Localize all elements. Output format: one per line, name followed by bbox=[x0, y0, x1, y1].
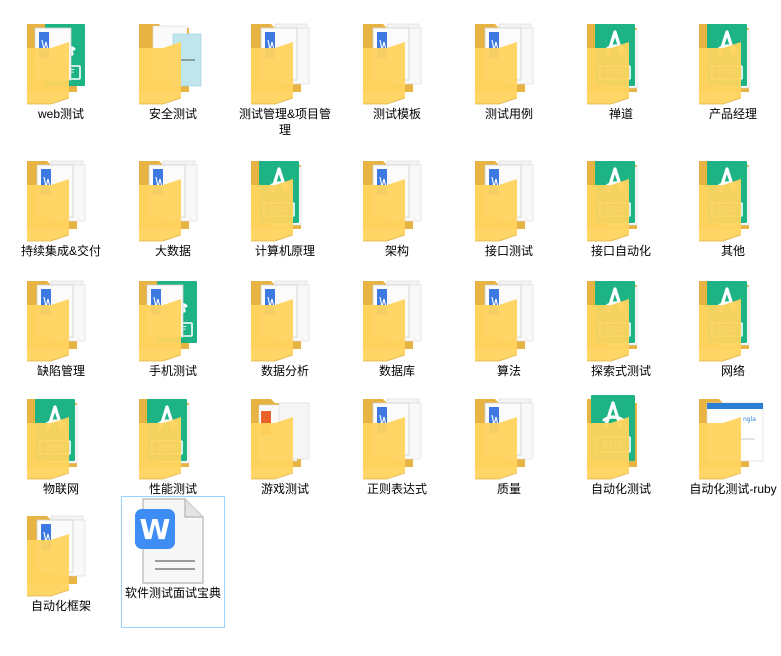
folder-item[interactable]: 测试用例 bbox=[457, 18, 561, 122]
item-label: 数据分析 bbox=[260, 364, 309, 378]
item-label: 自动化框架 bbox=[30, 599, 91, 613]
folder-pdf-icon: PDF bbox=[581, 393, 661, 480]
item-label: 软件测试面试宝典 bbox=[124, 586, 221, 600]
folder-pdf-icon: PDF bbox=[133, 393, 213, 480]
item-label: 计算机原理 bbox=[254, 244, 315, 258]
folder-word-icon bbox=[357, 393, 437, 480]
folder-word-icon bbox=[133, 155, 213, 242]
folder-image-icon bbox=[133, 18, 213, 105]
item-label: 测试用例 bbox=[484, 107, 533, 121]
folder-word-icon bbox=[245, 275, 325, 362]
folder-item[interactable]: PDF 网络 bbox=[681, 275, 781, 379]
folder-item[interactable]: PDF 自动化测试 bbox=[569, 393, 673, 497]
folder-item[interactable]: 质量 bbox=[457, 393, 561, 497]
item-label: 大数据 bbox=[154, 244, 191, 258]
item-label: 算法 bbox=[496, 364, 521, 378]
folder-item[interactable]: 数据分析 bbox=[233, 275, 337, 379]
item-label: web测试 bbox=[37, 107, 84, 121]
folder-pdf-icon: PDF bbox=[581, 275, 661, 362]
item-label: 物联网 bbox=[42, 482, 79, 496]
folder-item[interactable]: 算法 bbox=[457, 275, 561, 379]
folder-item[interactable]: PDF web测试 bbox=[9, 18, 113, 122]
folder-pdf-icon: PDF bbox=[21, 393, 101, 480]
file-item[interactable]: W 软件测试面试宝典 bbox=[121, 496, 225, 628]
folder-word-icon bbox=[469, 155, 549, 242]
folder-item[interactable]: ngla 自动化测试-ruby bbox=[681, 393, 781, 497]
wps-writer-document-icon: W bbox=[133, 497, 213, 584]
item-label: 测试模板 bbox=[372, 107, 421, 121]
item-label: 自动化测试-ruby bbox=[689, 482, 777, 496]
item-label: 手机测试 bbox=[148, 364, 197, 378]
folder-ppt-icon bbox=[245, 393, 325, 480]
folder-item[interactable]: PDF 计算机原理 bbox=[233, 155, 337, 259]
folder-word-icon bbox=[21, 155, 101, 242]
item-label: 缺陷管理 bbox=[36, 364, 85, 378]
file-icon-grid: PDF web测试 安全测试 测试管理&项目管理 bbox=[0, 0, 781, 656]
folder-item[interactable]: PDF 其他 bbox=[681, 155, 781, 259]
folder-pdf-icon: PDF bbox=[581, 155, 661, 242]
folder-item[interactable]: 安全测试 bbox=[121, 18, 225, 122]
folder-item[interactable]: PDF 手机测试 bbox=[121, 275, 225, 379]
item-label: 性能测试 bbox=[148, 482, 197, 496]
folder-item[interactable]: 正则表达式 bbox=[345, 393, 449, 497]
item-label: 接口自动化 bbox=[590, 244, 651, 258]
item-label: 其他 bbox=[720, 244, 745, 258]
item-label: 架构 bbox=[384, 244, 409, 258]
folder-image-icon: ngla bbox=[693, 393, 773, 480]
folder-item[interactable]: 游戏测试 bbox=[233, 393, 337, 497]
folder-word-icon bbox=[21, 275, 101, 362]
folder-item[interactable]: 大数据 bbox=[121, 155, 225, 259]
folder-pdf-icon: PDF bbox=[245, 155, 325, 242]
folder-word-icon bbox=[245, 18, 325, 105]
folder-pdf-icon: PDF bbox=[693, 155, 773, 242]
item-label: 禅道 bbox=[608, 107, 633, 121]
folder-item[interactable]: 数据库 bbox=[345, 275, 449, 379]
item-label: 探索式测试 bbox=[590, 364, 651, 378]
folder-word-icon bbox=[469, 275, 549, 362]
item-label: 产品经理 bbox=[708, 107, 757, 121]
folder-item[interactable]: PDF 接口自动化 bbox=[569, 155, 673, 259]
item-label: 自动化测试 bbox=[590, 482, 651, 496]
folder-word-icon bbox=[469, 393, 549, 480]
folder-mixed-icon: PDF bbox=[21, 18, 101, 105]
folder-word-icon bbox=[357, 18, 437, 105]
folder-item[interactable]: 自动化框架 bbox=[9, 510, 113, 614]
folder-word-icon bbox=[357, 275, 437, 362]
folder-word-icon bbox=[357, 155, 437, 242]
folder-pdf-icon: PDF bbox=[693, 275, 773, 362]
folder-item[interactable]: PDF 禅道 bbox=[569, 18, 673, 122]
item-label: 质量 bbox=[496, 482, 521, 496]
item-label: 数据库 bbox=[378, 364, 415, 378]
folder-word-icon bbox=[21, 510, 101, 597]
folder-item[interactable]: PDF 产品经理 bbox=[681, 18, 781, 122]
item-label: 持续集成&交付 bbox=[20, 244, 101, 258]
folder-pdf-icon: PDF bbox=[693, 18, 773, 105]
folder-word-icon bbox=[469, 18, 549, 105]
folder-item[interactable]: 架构 bbox=[345, 155, 449, 259]
folder-item[interactable]: PDF 探索式测试 bbox=[569, 275, 673, 379]
folder-item[interactable]: PDF 物联网 bbox=[9, 393, 113, 497]
folder-item[interactable]: 接口测试 bbox=[457, 155, 561, 259]
folder-mixed-icon: PDF bbox=[133, 275, 213, 362]
folder-pdf-icon: PDF bbox=[581, 18, 661, 105]
item-label: 测试管理&项目管理 bbox=[238, 107, 331, 137]
folder-item[interactable]: 持续集成&交付 bbox=[9, 155, 113, 259]
svg-text:W: W bbox=[140, 513, 171, 546]
item-label: 安全测试 bbox=[148, 107, 197, 121]
item-label: 正则表达式 bbox=[366, 482, 427, 496]
item-label: 接口测试 bbox=[484, 244, 533, 258]
item-label: 网络 bbox=[720, 364, 745, 378]
folder-item[interactable]: PDF 性能测试 bbox=[121, 393, 225, 497]
item-label: 游戏测试 bbox=[260, 482, 309, 496]
svg-text:ngla: ngla bbox=[743, 416, 756, 423]
folder-item[interactable]: 缺陷管理 bbox=[9, 275, 113, 379]
folder-item[interactable]: 测试模板 bbox=[345, 18, 449, 122]
folder-item[interactable]: 测试管理&项目管理 bbox=[233, 18, 337, 138]
